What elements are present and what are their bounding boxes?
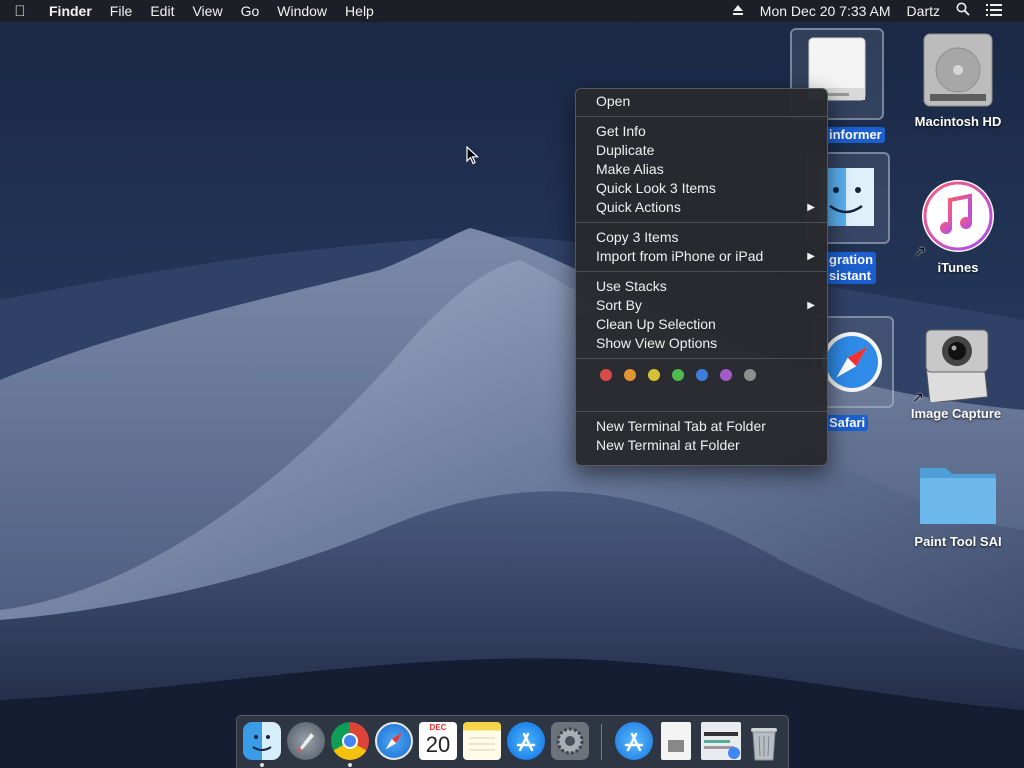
menu-spacer [576, 386, 827, 406]
ctx-quick-actions[interactable]: Quick Actions ▶ [576, 198, 827, 217]
desktop-icon-paint-tool-sai[interactable]: Paint Tool SAI [903, 458, 1013, 551]
ctx-get-info[interactable]: Get Info [576, 122, 827, 141]
tag-green[interactable] [672, 369, 684, 381]
desktop-icon-informer-label[interactable]: informer [826, 123, 885, 144]
menu-go[interactable]: Go [232, 0, 269, 22]
desktop-icon-label: iTunes [937, 260, 979, 275]
ctx-open[interactable]: Open [576, 92, 827, 111]
dock-launchpad[interactable] [287, 722, 325, 760]
dock-trash[interactable] [747, 722, 781, 761]
user-name[interactable]: Dartz [899, 0, 948, 22]
itunes-icon: ↗ [914, 176, 996, 259]
ctx-terminal[interactable]: New Terminal at Folder [576, 436, 827, 455]
dock-downloads[interactable] [701, 722, 741, 760]
alias-arrow-icon: ↗ [914, 243, 926, 259]
dock-documents[interactable] [661, 722, 691, 760]
ctx-make-alias[interactable]: Make Alias [576, 160, 827, 179]
calendar-day: 20 [425, 732, 451, 757]
menu-window[interactable]: Window [268, 0, 336, 22]
alias-arrow-icon: ↗ [912, 389, 924, 405]
dock: DEC 20 [236, 715, 789, 768]
desktop-icon-itunes[interactable]: ↗ iTunes [903, 176, 1013, 277]
ctx-quick-look[interactable]: Quick Look 3 Items [576, 179, 827, 198]
apple-icon[interactable]:  [0, 3, 40, 20]
menu-finder[interactable]: Finder [40, 0, 101, 22]
dock-system-preferences[interactable] [551, 722, 589, 760]
ctx-terminal-tab[interactable]: New Terminal Tab at Folder [576, 417, 827, 436]
ctx-quick-actions-label: Quick Actions [596, 199, 681, 215]
ctx-import-iphone[interactable]: Import from iPhone or iPad ▶ [576, 247, 827, 266]
dock-calendar[interactable]: DEC 20 [419, 722, 457, 760]
tag-colors [576, 364, 827, 386]
dock-chrome[interactable] [331, 722, 369, 760]
menu-separator [576, 358, 827, 359]
submenu-arrow-icon: ▶ [807, 251, 815, 262]
tag-orange[interactable] [624, 369, 636, 381]
ctx-sort-by-label: Sort By [596, 297, 642, 313]
tag-gray[interactable] [744, 369, 756, 381]
tag-purple[interactable] [720, 369, 732, 381]
menu-view[interactable]: View [183, 0, 231, 22]
menu-separator [576, 116, 827, 117]
menu-separator [576, 222, 827, 223]
folder-icon [918, 458, 998, 530]
ctx-import-iphone-label: Import from iPhone or iPad [596, 248, 764, 264]
dock-notes[interactable] [463, 722, 501, 760]
menu-edit[interactable]: Edit [141, 0, 183, 22]
desktop-icon-label: Paint Tool SAI [914, 534, 1002, 549]
image-capture-icon: ↗ [912, 322, 994, 405]
dock-safari[interactable] [375, 722, 413, 760]
tag-yellow[interactable] [648, 369, 660, 381]
ctx-use-stacks[interactable]: Use Stacks [576, 277, 827, 296]
menu-bar:  Finder File Edit View Go Window Help M… [0, 0, 1024, 22]
list-icon[interactable] [978, 0, 1010, 22]
ctx-duplicate[interactable]: Duplicate [576, 141, 827, 160]
menu-separator [576, 271, 827, 272]
tag-blue[interactable] [696, 369, 708, 381]
dock-applications[interactable] [615, 722, 653, 760]
mouse-cursor-icon [466, 145, 480, 170]
dock-separator [601, 724, 602, 760]
dock-app-store[interactable] [507, 722, 545, 760]
ctx-clean-up[interactable]: Clean Up Selection [576, 315, 827, 334]
tag-red[interactable] [600, 369, 612, 381]
safari-icon[interactable] [818, 326, 886, 396]
menu-separator [576, 411, 827, 412]
menu-help[interactable]: Help [336, 0, 383, 22]
desktop-icon-image-capture[interactable]: ↗ Image Capture [901, 322, 1011, 423]
dock-finder[interactable] [243, 722, 281, 760]
ctx-sort-by[interactable]: Sort By ▶ [576, 296, 827, 315]
desktop-icon-migration-label[interactable]: gration sistant [826, 248, 877, 285]
search-icon[interactable] [948, 0, 978, 22]
datetime[interactable]: Mon Dec 20 7:33 AM [752, 0, 899, 22]
running-indicator [348, 763, 352, 767]
submenu-arrow-icon: ▶ [807, 300, 815, 311]
hard-drive-icon [920, 30, 996, 110]
context-menu: Open Get Info Duplicate Make Alias Quick… [575, 88, 828, 466]
menu-file[interactable]: File [101, 0, 142, 22]
submenu-arrow-icon: ▶ [807, 202, 815, 213]
ctx-copy-items[interactable]: Copy 3 Items [576, 228, 827, 247]
desktop-icon-label: Macintosh HD [914, 114, 1002, 129]
desktop-icon-macintosh-hd[interactable]: Macintosh HD [903, 30, 1013, 131]
eject-icon[interactable] [724, 0, 752, 22]
ctx-view-options[interactable]: Show View Options [576, 334, 827, 353]
running-indicator [260, 763, 264, 767]
desktop-icon-label: Image Capture [910, 406, 1002, 421]
desktop-icon-safari-label[interactable]: Safari [826, 411, 869, 432]
